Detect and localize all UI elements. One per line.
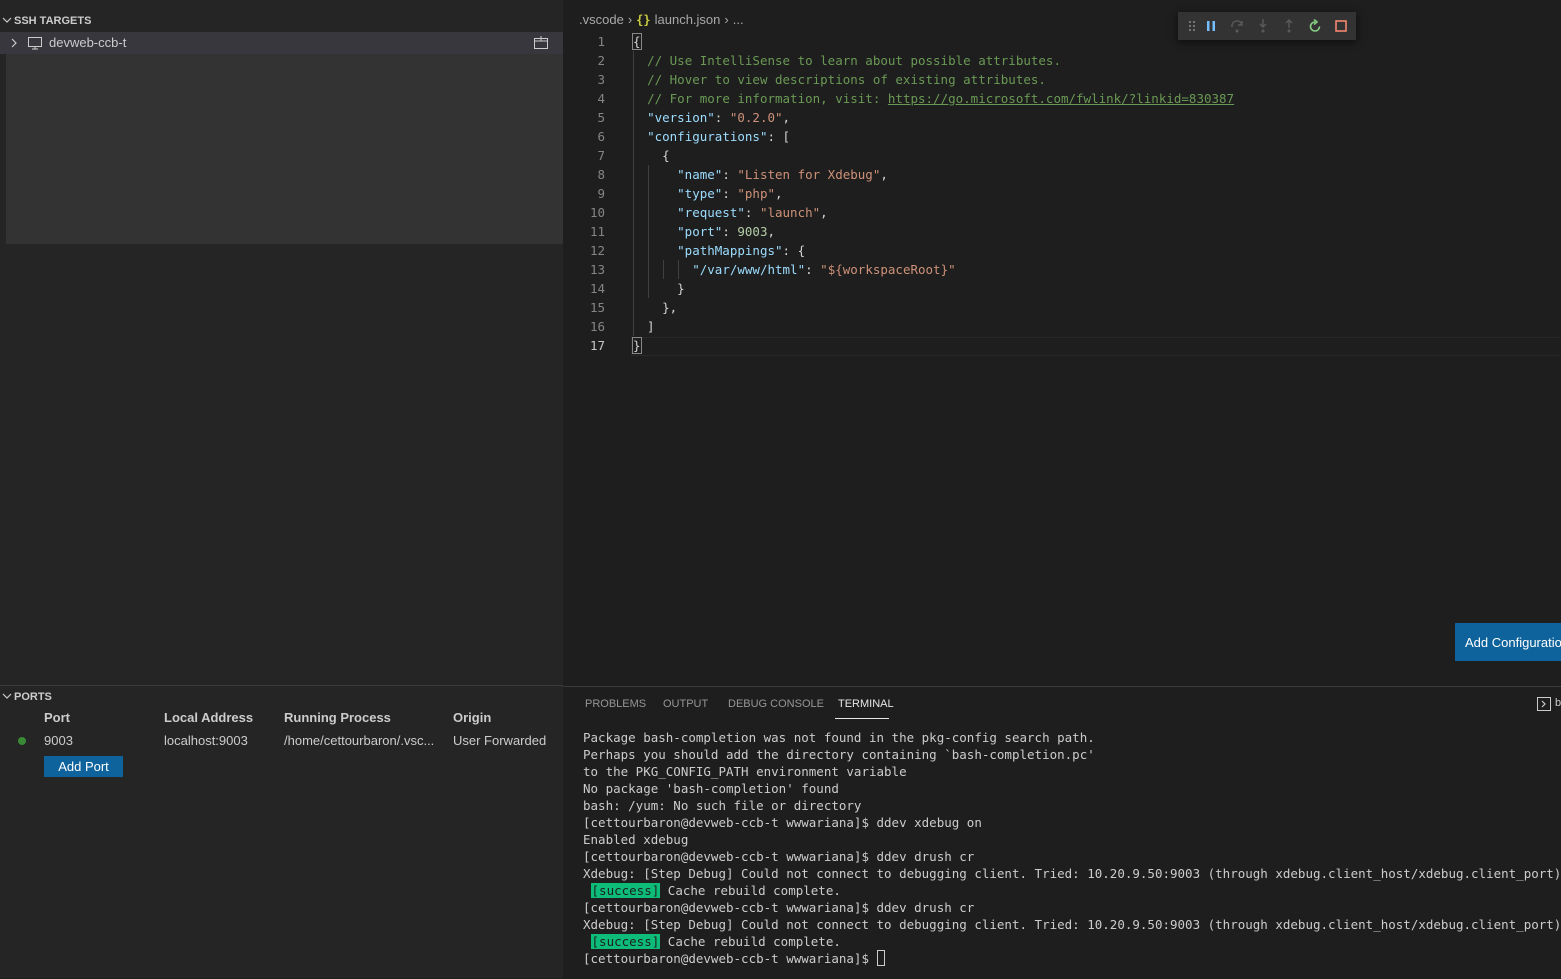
code-line: "request": "launch", <box>677 205 828 220</box>
line-number: 4 <box>597 91 605 106</box>
bottom-panel: PROBLEMS OUTPUT DEBUG CONSOLE TERMINAL b… <box>563 686 1561 979</box>
code-line: "pathMappings": { <box>677 243 806 258</box>
panel-action-label[interactable]: b <box>1555 697 1561 709</box>
code-line: }, <box>632 300 678 315</box>
terminal-line: Package bash-completion was not found in… <box>583 730 1095 745</box>
code-line: { <box>632 33 642 50</box>
tab-terminal[interactable]: TERMINAL <box>838 698 894 710</box>
code-line: "name": "Listen for Xdebug", <box>677 167 888 182</box>
line-number: 14 <box>589 281 605 296</box>
code-line: // Use IntelliSense to learn about possi… <box>647 53 1061 68</box>
line-number: 6 <box>597 129 605 144</box>
code-line: } <box>632 281 685 296</box>
tab-output[interactable]: OUTPUT <box>663 698 708 710</box>
code-line: } <box>632 337 642 354</box>
docs-link[interactable]: https://go.microsoft.com/fwlink/?linkid=… <box>888 91 1234 106</box>
breadcrumb-folder[interactable]: .vscode <box>579 12 624 27</box>
terminal-cursor <box>876 950 885 966</box>
column-header-running-process[interactable]: Running Process <box>284 710 391 725</box>
terminal-line: Enabled xdebug <box>583 832 689 847</box>
line-number: 16 <box>589 319 605 334</box>
ssh-targets-list <box>6 54 568 244</box>
chevron-down-icon <box>2 686 12 717</box>
line-number: 7 <box>597 148 605 163</box>
maximize-panel-icon[interactable] <box>1537 697 1551 711</box>
terminal-prompt-line[interactable]: [cettourbaron@devweb-ccb-t wwwariana]$ <box>583 950 885 967</box>
breadcrumb: .vscode ›{} launch.json ›... <box>579 12 744 30</box>
add-port-button[interactable]: Add Port <box>44 756 123 777</box>
chevron-right-icon: › <box>724 12 729 27</box>
column-header-local-address[interactable]: Local Address <box>164 710 253 725</box>
code-line: "/var/www/html": "${workspaceRoot}" <box>692 262 956 277</box>
origin-value: User Forwarded <box>453 733 547 748</box>
success-badge: [success] <box>590 883 661 898</box>
tab-problems[interactable]: PROBLEMS <box>585 698 646 710</box>
terminal-line: bash: /yum: No such file or directory <box>583 798 862 813</box>
monitor-icon <box>27 36 43 50</box>
line-number: 17 <box>589 338 605 353</box>
sidebar: SSH TARGETS devweb-ccb-t PORTS Port Loca… <box>0 0 568 978</box>
code-line: // Hover to view descriptions of existin… <box>647 72 1046 87</box>
code-line: "type": "php", <box>677 186 783 201</box>
port-status-dot-icon <box>18 737 26 745</box>
line-number: 12 <box>589 243 605 258</box>
column-header-origin[interactable]: Origin <box>453 710 491 725</box>
chevron-right-icon[interactable] <box>9 35 19 51</box>
line-number: 9 <box>597 186 605 201</box>
terminal-line: Xdebug: [Step Debug] Could not connect t… <box>583 866 1561 881</box>
running-process-value: /home/cettourbaron/.vsc... <box>284 733 435 748</box>
code-line: ] <box>632 319 655 334</box>
line-number: 3 <box>597 72 605 87</box>
line-number: 11 <box>589 224 605 239</box>
line-number: 13 <box>589 262 605 277</box>
terminal-line: No package 'bash-completion' found <box>583 781 839 796</box>
code-line: // For more information, visit: https://… <box>647 91 1235 106</box>
line-number: 10 <box>589 205 605 220</box>
code-line: "port": 9003, <box>677 224 776 239</box>
terminal-line: [success] Cache rebuild complete. <box>590 883 841 898</box>
ssh-targets-title: SSH TARGETS <box>14 15 92 27</box>
success-badge: [success] <box>590 934 661 949</box>
editor: .vscode ›{} launch.json ›... 1{ 2 // Use In… <box>563 0 1561 685</box>
terminal-line: [cettourbaron@devweb-ccb-t wwwariana]$ d… <box>583 815 982 830</box>
ports-title: PORTS <box>14 691 52 703</box>
port-value[interactable]: 9003 <box>44 733 73 748</box>
json-braces-icon: {} <box>636 13 651 27</box>
line-number: 1 <box>597 34 605 49</box>
ports-header[interactable]: PORTS <box>0 686 563 708</box>
ssh-targets-header[interactable]: SSH TARGETS <box>0 10 563 32</box>
line-number: 15 <box>589 300 605 315</box>
column-header-port[interactable]: Port <box>44 710 70 725</box>
terminal-line: [cettourbaron@devweb-ccb-t wwwariana]$ d… <box>583 849 975 864</box>
code-line: "configurations": [ <box>647 129 791 144</box>
breadcrumb-file[interactable]: launch.json <box>655 12 721 27</box>
terminal-line: Perhaps you should add the directory con… <box>583 747 1095 762</box>
code-line: "version": "0.2.0", <box>647 110 791 125</box>
tab-debug-console[interactable]: DEBUG CONSOLE <box>728 698 824 710</box>
new-window-icon[interactable] <box>532 35 550 51</box>
local-address-value[interactable]: localhost:9003 <box>164 733 248 748</box>
terminal-line: Xdebug: [Step Debug] Could not connect t… <box>583 917 1561 932</box>
add-configuration-button[interactable]: Add Configuration... <box>1455 623 1561 661</box>
terminal-line: [cettourbaron@devweb-ccb-t wwwariana]$ d… <box>583 900 975 915</box>
terminal-line: [success] Cache rebuild complete. <box>590 934 841 949</box>
line-number: 5 <box>597 110 605 125</box>
ssh-host-label: devweb-ccb-t <box>49 35 127 50</box>
line-number: 2 <box>597 53 605 68</box>
chevron-right-icon: › <box>627 12 633 27</box>
code-line: { <box>632 148 670 163</box>
terminal-line: to the PKG_CONFIG_PATH environment varia… <box>583 764 907 779</box>
active-tab-indicator <box>835 718 889 719</box>
breadcrumb-more[interactable]: ... <box>733 12 744 27</box>
ssh-target-item[interactable]: devweb-ccb-t <box>0 32 563 54</box>
line-number: 8 <box>597 167 605 182</box>
